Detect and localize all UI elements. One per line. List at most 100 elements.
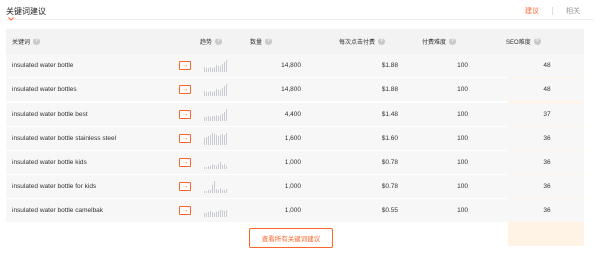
trend-bar (208, 189, 209, 193)
trend-bar (224, 189, 225, 193)
cpc-cell: $0.55 (381, 207, 398, 214)
help-icon[interactable]: ? (265, 38, 273, 45)
seo-difficulty-cell: 36 (543, 135, 551, 142)
volume-cell: 4,400 (284, 111, 301, 118)
trend-bar (214, 90, 215, 96)
arrow-right-icon[interactable]: → (179, 110, 191, 119)
trend-bar (210, 134, 211, 145)
seo-difficulty-cell: 36 (543, 159, 551, 166)
trend-bar (212, 91, 213, 96)
trend-bar (206, 91, 207, 96)
trend-bar (222, 87, 223, 96)
trend-cell (204, 175, 227, 198)
col-header-trend[interactable]: 趋势? (200, 29, 223, 54)
keyword-cell[interactable]: insulated water bottle (12, 54, 73, 77)
trend-cell (204, 199, 227, 222)
col-header-volume[interactable]: 数量? (250, 29, 273, 54)
trend-bar (226, 209, 227, 217)
table-row: insulated water bottle → 14,800 $1.88 100 48 (6, 54, 584, 77)
trend-bar (220, 134, 221, 145)
paid-difficulty-cell: 100 (457, 183, 468, 190)
trend-bar (226, 132, 227, 145)
volume-cell: 14,800 (281, 86, 301, 93)
trend-bar (206, 116, 207, 121)
trend-bar (222, 189, 223, 193)
col-header-keyword[interactable]: 关键词? (12, 29, 41, 54)
help-icon[interactable]: ? (33, 38, 41, 45)
trend-bar (204, 212, 205, 217)
trend-bar (224, 61, 225, 72)
col-header-cpc[interactable]: 每次点击付费? (339, 29, 386, 54)
trend-bar (204, 137, 205, 145)
trend-bar (224, 210, 225, 217)
arrow-right-icon[interactable]: → (179, 182, 191, 191)
keyword-cell[interactable]: insulated water bottles (12, 78, 77, 101)
trend-sparkline (204, 108, 227, 121)
seo-difficulty-cell: 48 (543, 86, 551, 93)
trend-bar (218, 189, 219, 193)
open-keyword-cell[interactable]: → (179, 199, 191, 222)
trend-bar (218, 163, 219, 169)
trend-bar (214, 212, 215, 217)
col-header-paid-difficulty[interactable]: 付费难度? (422, 29, 457, 54)
open-keyword-cell[interactable]: → (179, 151, 191, 174)
trend-bar (224, 134, 225, 145)
arrow-right-icon[interactable]: → (179, 158, 191, 167)
trend-bar (222, 133, 223, 145)
col-header-paid-difficulty-label: 付费难度 (422, 40, 447, 46)
arrow-right-icon[interactable]: → (179, 85, 191, 94)
help-icon[interactable]: ? (378, 38, 386, 45)
volume-cell: 14,800 (281, 62, 301, 69)
open-keyword-cell[interactable]: → (179, 54, 191, 77)
open-keyword-cell[interactable]: → (179, 127, 191, 150)
open-keyword-cell[interactable]: → (179, 175, 191, 198)
trend-bar (212, 211, 213, 217)
keyword-cell[interactable]: insulated water bottle for kids (12, 175, 96, 198)
help-icon[interactable]: ? (215, 38, 223, 45)
trend-bar (220, 209, 221, 217)
trend-bar (210, 189, 211, 193)
keyword-cell[interactable]: insulated water bottle kids (12, 151, 87, 174)
paid-difficulty-cell: 100 (457, 62, 468, 69)
volume-cell: 1,000 (284, 207, 301, 214)
help-icon[interactable]: ? (449, 38, 457, 45)
trend-bar (206, 212, 207, 217)
col-header-cpc-label: 每次点击付费 (339, 40, 376, 46)
trend-bar (224, 85, 225, 96)
col-header-seo-difficulty-label: SEO难度 (506, 40, 531, 46)
keyword-suggestions-header: 关键词建议 建议 相关 (6, 0, 594, 21)
tab-suggestions[interactable]: 建议 (525, 6, 539, 16)
trend-bar (214, 133, 215, 145)
keyword-cell[interactable]: insulated water bottle best (12, 103, 88, 126)
col-header-volume-label: 数量 (250, 40, 263, 46)
keyword-cell[interactable]: insulated water bottle camelbak (12, 199, 103, 222)
view-all-suggestions-button[interactable]: 查看所有关键词建议 (249, 228, 333, 248)
trend-bar (208, 67, 209, 72)
open-keyword-cell[interactable]: → (179, 103, 191, 126)
arrow-right-icon[interactable]: → (179, 206, 191, 215)
trend-bar (220, 65, 221, 72)
cpc-cell: $0.78 (381, 183, 398, 190)
trend-bar (220, 187, 221, 193)
arrow-right-icon[interactable]: → (179, 61, 191, 70)
open-keyword-cell[interactable]: → (179, 78, 191, 101)
cpc-cell: $1.48 (381, 111, 398, 118)
chevron-down-icon[interactable] (8, 17, 14, 21)
trend-bar (214, 180, 215, 193)
table-row: insulated water bottle kids → 1,000 $0.78 10… (6, 151, 584, 174)
trend-bar (222, 209, 223, 217)
trend-bar (208, 91, 209, 96)
cpc-cell: $0.78 (381, 159, 398, 166)
trend-bar (224, 111, 225, 121)
paid-difficulty-cell: 100 (457, 159, 468, 166)
table-row: insulated water bottle stainless steel → 1… (6, 127, 584, 150)
table-row: insulated water bottles → 14,800 $1.88 100 48 (6, 78, 584, 101)
arrow-right-icon[interactable]: → (179, 134, 191, 143)
help-icon[interactable]: ? (533, 38, 541, 45)
keyword-cell[interactable]: insulated water bottle stainless steel (12, 127, 116, 150)
tab-related[interactable]: 相关 (566, 6, 580, 16)
col-header-seo-difficulty[interactable]: SEO难度? (506, 29, 541, 54)
trend-sparkline (204, 83, 227, 96)
trend-sparkline (204, 59, 227, 72)
trend-bar (220, 89, 221, 96)
